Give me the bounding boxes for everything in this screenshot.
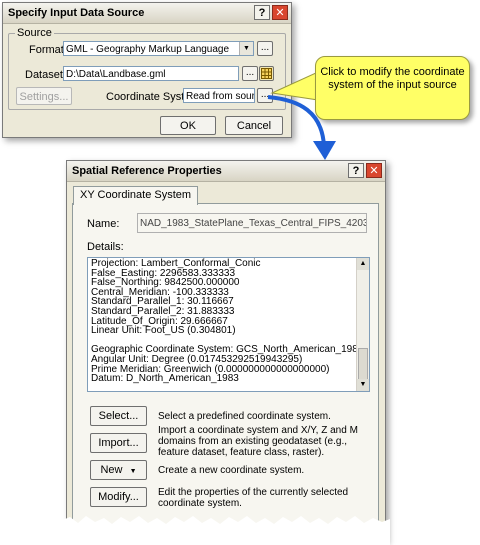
dataset-grid-button[interactable] (259, 66, 274, 81)
format-value: GML - Geography Markup Language (66, 44, 230, 55)
modify-button[interactable]: Modify... (90, 487, 147, 507)
dataset-label: Dataset (25, 69, 63, 81)
dialog-title: Spatial Reference Properties ? ✕ (67, 161, 385, 182)
dropdown-arrow-icon: ▼ (129, 468, 137, 475)
ok-button[interactable]: OK (160, 116, 216, 135)
scroll-up-icon[interactable]: ▲ (357, 258, 369, 270)
new-button-label: New (100, 464, 123, 476)
chevron-down-icon: ▼ (239, 42, 253, 55)
help-icon[interactable]: ? (254, 5, 270, 20)
details-scrollbar[interactable]: ▲ ▼ (356, 258, 369, 391)
scroll-down-icon[interactable]: ▼ (357, 379, 369, 391)
spatial-reference-properties-dialog: Spatial Reference Properties ? ✕ XY Coor… (66, 160, 386, 542)
callout-note: Click to modify the coordinate system of… (315, 56, 470, 120)
details-line: Linear Unit: Foot_US (0.304801) (91, 325, 236, 337)
specify-input-data-source-dialog: Specify Input Data Source ? ✕ Source For… (2, 2, 292, 138)
callout-text: Click to modify the coordinate system of… (320, 66, 465, 91)
details-lines: Projection: Lambert_Conformal_Conic False… (88, 259, 369, 384)
close-icon[interactable]: ✕ (366, 163, 382, 178)
new-description: Create a new coordinate system. (158, 465, 305, 476)
source-legend: Source (15, 27, 54, 39)
name-value: NAD_1983_StatePlane_Texas_Central_FIPS_4… (140, 218, 366, 229)
dialog-title-text: Spatial Reference Properties (72, 165, 222, 177)
tab-label: XY Coordinate System (80, 189, 192, 201)
cancel-button[interactable]: Cancel (225, 116, 283, 135)
scroll-thumb[interactable] (358, 348, 368, 382)
dialog-title-text: Specify Input Data Source (8, 7, 145, 19)
close-icon[interactable]: ✕ (272, 5, 288, 20)
format-label: Format (29, 44, 64, 56)
details-box[interactable]: Projection: Lambert_Conformal_Conic False… (87, 257, 370, 392)
format-dropdown[interactable]: GML - Geography Markup Language ▼ (63, 41, 254, 56)
import-button[interactable]: Import... (90, 433, 147, 453)
import-description: Import a coordinate system and X/Y, Z an… (158, 425, 358, 458)
name-label: Name: (87, 218, 120, 230)
help-icon[interactable]: ? (348, 163, 364, 178)
coordinate-system-field: Read from source (183, 88, 255, 103)
table-grid-icon (261, 68, 272, 79)
dataset-browse-button[interactable]: ... (242, 66, 258, 81)
dataset-field[interactable]: D:\Data\Landbase.gml (63, 66, 239, 81)
details-label: Details: (87, 241, 124, 253)
torn-edge (60, 516, 390, 545)
dialog-title: Specify Input Data Source ? ✕ (3, 3, 291, 24)
name-field: NAD_1983_StatePlane_Texas_Central_FIPS_4… (137, 213, 367, 233)
details-line: Datum: D_North_American_1983 (91, 373, 239, 385)
coordinate-system-browse-button[interactable]: ... (257, 88, 273, 103)
select-button[interactable]: Select... (90, 406, 147, 426)
arrow-down-icon (313, 141, 336, 160)
settings-button[interactable]: Settings... (16, 87, 72, 105)
new-button[interactable]: New ▼ (90, 460, 147, 480)
format-browse-button[interactable]: ... (257, 41, 273, 56)
tab-xy-coordinate-system[interactable]: XY Coordinate System (73, 186, 199, 205)
dataset-value: D:\Data\Landbase.gml (66, 69, 166, 80)
coordinate-system-value: Read from source (186, 91, 255, 102)
select-description: Select a predefined coordinate system. (158, 411, 331, 422)
